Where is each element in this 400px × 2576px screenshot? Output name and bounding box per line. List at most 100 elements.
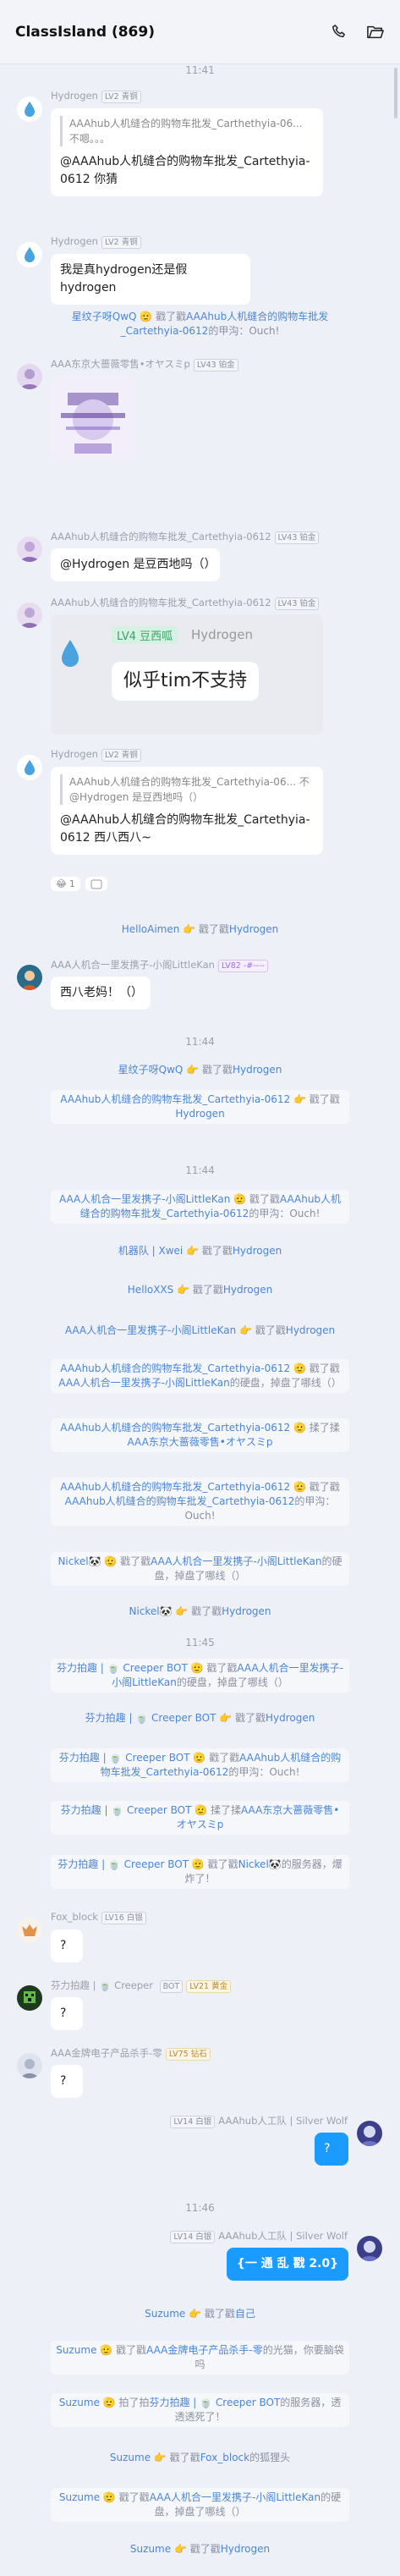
poke-notice: 芬力拍趣 | 🍵 Creeper BOT 🫡 揉了揉AAA东京大蔷薇零售•オヤス… <box>51 1801 349 1835</box>
self-avatar[interactable] <box>357 2236 382 2261</box>
poke-notice: AAAhub人机缝合的购物车批发_Cartethyia-0612 🫡 戳了戳AA… <box>51 1478 349 1526</box>
sender-name: AAA东京大蔷薇零售•オヤスミp LV43 铂金 <box>51 357 238 372</box>
self-avatar[interactable] <box>357 2121 382 2146</box>
add-reaction-icon <box>90 879 102 889</box>
level-tag: LV2 青铜 <box>101 749 141 762</box>
level-tag: LV16 白银 <box>101 1912 146 1924</box>
message-text: ? <box>60 2074 67 2088</box>
message-text: 我是真hydrogen还是假hydrogen <box>60 263 188 294</box>
message-text: ? <box>60 2006 67 2020</box>
poke-notice: Suzume 👉 戳了戳自己 <box>145 2308 255 2320</box>
level-tag: LV43 铂金 <box>274 531 320 544</box>
sender-name: Hydrogen LV2 青铜 <box>51 748 141 762</box>
sticker-image[interactable] <box>51 376 135 460</box>
level-tag: LV14 白银 <box>170 2231 216 2243</box>
level-tag: LV43 铂金 <box>193 359 238 372</box>
poke-notice: 芬力拍趣 | 🍵 Creeper BOT 🫡 戳了戳Nickel🐼的服务器，爆炸… <box>51 1855 349 1889</box>
message-bubble[interactable]: @Hydrogen 是豆西地吗（） <box>51 548 220 581</box>
level-tag: LV43 铂金 <box>274 597 320 610</box>
poke-notice: HelloAimen 👉 戳了戳Hydrogen <box>121 923 279 935</box>
folder-open-icon[interactable] <box>366 24 385 41</box>
sender-name: 芬力拍趣 | 🍵 Creeper BOT LV21 黄金 <box>51 1979 232 1993</box>
avatar[interactable] <box>17 242 42 267</box>
card-name: Hydrogen <box>191 627 253 642</box>
quote-block: AAAhub人机缝合的购物车批发_Carthethyia-06... 不嗯。。。 <box>60 116 314 146</box>
message-bubble[interactable]: ? <box>51 1929 83 1962</box>
avatar[interactable] <box>17 537 42 562</box>
poke-notice: AAAhub人机缝合的购物车批发_Cartethyia-0612 👉 戳了戳Hy… <box>51 1090 349 1124</box>
timestamp: 11:44 <box>185 1036 215 1048</box>
avatar[interactable] <box>17 965 42 990</box>
message-text: @AAAhub人机缝合的购物车批发_Cartethyia-0612 西八西八~ <box>60 813 310 845</box>
sender-name: AAA金牌电子产品杀手-零 LV75 钻石 <box>51 2046 211 2061</box>
poke-notice: Suzume 🫡 拍了拍芬力拍趣 | 🍵 Creeper BOT的服务器，透透透… <box>51 2393 349 2427</box>
message-bubble[interactable]: 西八老妈！（） <box>51 977 151 1010</box>
poke-notice: AAA人机合一里发携子-小阁LittleKan 🫡 戳了戳AAAhub人机缝合的… <box>51 1190 349 1224</box>
emoji-icon: 😂 <box>56 878 67 889</box>
message-text: @Hydrogen 是豆西地吗（） <box>60 558 216 571</box>
avatar[interactable] <box>17 1985 42 2011</box>
timestamp: 11:44 <box>185 1164 215 1176</box>
drop-icon <box>62 640 79 667</box>
poke-notice: 芬力拍趣 | 🍵 Creeper BOT 🫡 戳了戳AAA人机合一里发携子-小阁… <box>51 1659 349 1693</box>
poke-notice: Nickel🐼 🫡 戳了戳AAA人机合一里发携子-小阁LittleKan的硬盘，… <box>51 1552 349 1586</box>
avatar[interactable] <box>17 603 42 628</box>
poke-notice: AAA人机合一里发携子-小阁LittleKan 👉 戳了戳Hydrogen <box>64 1324 336 1336</box>
poke-notice: Suzume 👉 戳了戳Fox_block的狐狸头 <box>109 2452 291 2463</box>
timestamp: 11:46 <box>185 2202 215 2214</box>
poke-notice: HelloXXS 👉 戳了戳Hydrogen <box>127 1284 273 1296</box>
message-text: 西八老妈！（） <box>60 986 143 999</box>
poke-notice: 芬力拍趣 | 🍵 Creeper BOT 👉 戳了戳Hydrogen <box>85 1712 315 1724</box>
level-tag: LV14 白银 <box>170 2116 216 2128</box>
message-bubble[interactable]: 我是真hydrogen还是假hydrogen <box>51 254 250 305</box>
message-text: ? <box>60 1939 67 1952</box>
avatar[interactable] <box>17 2053 42 2078</box>
sender-name: AAAhub人机缝合的购物车批发_Cartethyia-0612 LV43 铂金 <box>51 530 320 544</box>
message-bubble[interactable]: ? <box>315 2133 348 2166</box>
message-bubble[interactable]: ? <box>51 1997 83 2030</box>
avatar[interactable] <box>17 1918 42 1943</box>
timestamp: 11:41 <box>185 64 215 76</box>
poke-notice: Suzume 🫡 戳了戳AAA金牌电子产品杀手-零的光猫，你要脑袋吗 <box>51 2341 349 2375</box>
timestamp: 11:45 <box>185 1637 215 1649</box>
sender-name: LV14 白银 AAAhub人工队 | Silver Wolf <box>170 2229 348 2243</box>
sender-name: LV14 白银 AAAhub人工队 | Silver Wolf <box>170 2114 348 2128</box>
poke-notice: Suzume 🫡 戳了戳AAA人机合一里发携子-小阁LittleKan的硬盘，掉… <box>51 2488 349 2522</box>
card-level: LV4 豆西呱 <box>112 626 178 644</box>
message-bubble[interactable]: {一 通 乱 戳 2.0} <box>227 2248 348 2281</box>
forwarded-card[interactable]: LV4 豆西呱 Hydrogen 似乎tim不支持 <box>51 614 323 735</box>
level-tag: LV2 青铜 <box>101 236 141 249</box>
avatar[interactable] <box>17 364 42 389</box>
poke-notice: 芬力拍趣 | 🍵 Creeper BOT 🫡 戳了戳AAAhub人机缝合的购物车… <box>51 1748 349 1782</box>
message-text: {一 通 乱 戳 2.0} <box>236 2257 339 2271</box>
reaction-chip[interactable]: 😂 1 <box>51 877 80 891</box>
level-tag: LV21 黄金 <box>186 1980 232 1993</box>
phone-icon[interactable] <box>331 24 348 41</box>
sender-name: AAAhub人机缝合的购物车批发_Cartethyia-0612 LV43 铂金 <box>51 596 320 610</box>
poke-notice: 星纹子呀QwQ 👉 戳了戳Hydrogen <box>118 1064 282 1076</box>
poke-notice: 机器队 | Xwei 👉 戳了戳Hydrogen <box>118 1245 282 1257</box>
sender-name: Hydrogen LV2 青铜 <box>51 90 141 103</box>
level-tag: LV75 钻石 <box>165 2048 211 2061</box>
avatar[interactable] <box>17 755 42 780</box>
poke-notice: 星纹子呀QwQ 🫡 戳了戳AAAhub人机缝合的购物车批发_Cartethyia… <box>71 311 329 337</box>
poke-notice: Suzume 👉 戳了戳Hydrogen <box>129 2543 271 2555</box>
reaction-bar: 😂 1 <box>51 877 107 891</box>
card-text: 似乎tim不支持 <box>112 662 260 701</box>
poke-notice: AAAhub人机缝合的购物车批发_Cartethyia-0612 🫡 戳了戳AA… <box>51 1359 349 1393</box>
avatar[interactable] <box>17 96 42 122</box>
chat-title: ClassIsland (869) <box>15 23 155 41</box>
message-text: @AAAhub人机缝合的购物车批发_Cartethyia-0612 你猜 <box>60 155 310 186</box>
sender-name: Hydrogen LV2 青铜 <box>51 235 141 249</box>
message-bubble[interactable]: AAAhub人机缝合的购物车批发_Carthethyia-06... 不嗯。。。… <box>51 108 323 196</box>
level-tag: LV2 青铜 <box>101 91 141 103</box>
message-bubble[interactable]: ? <box>51 2065 83 2098</box>
message-bubble[interactable]: AAAhub人机缝合的购物车批发_Cartethyia-06... 不@Hydr… <box>51 767 323 855</box>
add-reaction-button[interactable] <box>85 877 107 891</box>
sender-name: Fox_block LV16 白银 <box>51 1911 146 1924</box>
header-actions <box>331 24 385 41</box>
title-bar: ClassIsland (869) <box>0 0 400 64</box>
message-text: ? <box>324 2142 331 2155</box>
poke-notice: Nickel🐼 👉 戳了戳Hydrogen <box>129 1605 271 1617</box>
level-tag: LV82 -#---- <box>217 960 268 972</box>
